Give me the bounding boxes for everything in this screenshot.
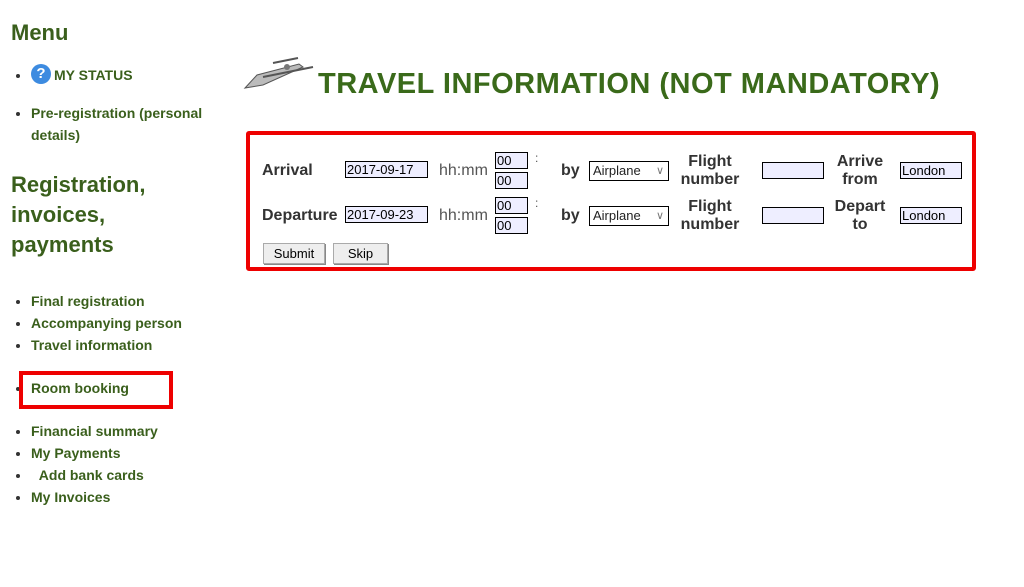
sidebar-item-my-payments[interactable]: My Payments [31, 445, 120, 461]
departure-flight-label: Flight number [680, 198, 740, 233]
submit-button[interactable]: Submit [263, 243, 325, 264]
skip-button[interactable]: Skip [333, 243, 388, 264]
arrival-flight-label: Flight number [680, 153, 740, 188]
arrival-date-input[interactable] [345, 161, 428, 178]
help-icon: ? [31, 64, 51, 84]
chevron-down-icon: ∨ [655, 165, 664, 177]
arrival-minute-input[interactable] [495, 172, 528, 189]
page-title: TRAVEL INFORMATION (NOT MANDATORY) [318, 68, 941, 100]
departure-hour-input[interactable] [495, 197, 528, 214]
departure-hhmm-label: hh:mm [439, 207, 488, 224]
arrival-flight-number-input[interactable] [762, 162, 824, 179]
departure-label: Departure [262, 207, 338, 224]
arrival-by-label: by [561, 162, 580, 179]
travel-form: Arrival hh:mm : by Airplane∨ Flight numb… [246, 131, 976, 271]
sidebar-item-add-bank-cards[interactable]: Add bank cards [39, 467, 144, 483]
arrive-from-label: Arrive from [836, 153, 884, 188]
chevron-down-icon: ∨ [655, 210, 664, 222]
departure-by-label: by [561, 207, 580, 224]
departure-transport-select[interactable]: Airplane ∨ [589, 206, 669, 226]
arrival-label: Arrival [262, 162, 313, 179]
depart-to-input[interactable] [900, 207, 962, 224]
section-title: Registration, invoices, payments [11, 172, 146, 257]
sidebar-item-financial-summary[interactable]: Financial summary [31, 423, 158, 439]
sidebar-item-my-status[interactable]: ? MY STATUS [31, 64, 133, 84]
depart-to-label: Depart to [834, 198, 886, 233]
departure-date-input[interactable] [345, 206, 428, 223]
sidebar-item-pre-registration[interactable]: Pre-registration (personal details) [31, 105, 202, 143]
sidebar-item-final-registration[interactable]: Final registration [31, 293, 145, 309]
sidebar-item-travel-information[interactable]: Travel information [31, 337, 152, 353]
highlight-box [19, 371, 173, 409]
sidebar-item-accompanying-person[interactable]: Accompanying person [31, 315, 182, 331]
arrive-from-input[interactable] [900, 162, 962, 179]
departure-minute-input[interactable] [495, 217, 528, 234]
arrival-transport-select[interactable]: Airplane ∨ [589, 161, 669, 181]
airplane-icon [243, 57, 314, 89]
arrival-hour-input[interactable] [495, 152, 528, 169]
menu-title: Menu [11, 20, 69, 45]
arrival-hhmm-label: hh:mm [439, 162, 488, 179]
sidebar: Menu ?MY STATUS Pre-registration (person… [11, 0, 231, 508]
sidebar-item-my-invoices[interactable]: My Invoices [31, 489, 110, 505]
departure-flight-number-input[interactable] [762, 207, 824, 224]
